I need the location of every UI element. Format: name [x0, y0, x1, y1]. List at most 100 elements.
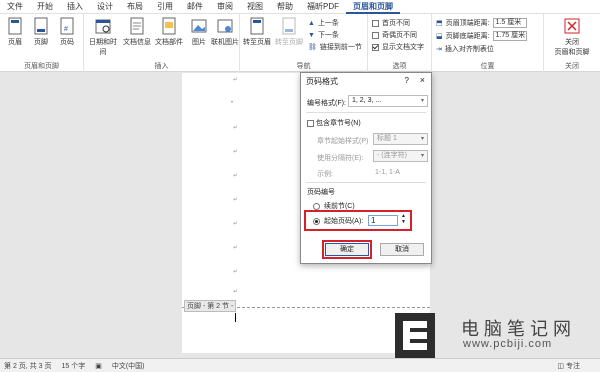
- align-tab-icon: ⇥: [436, 46, 442, 53]
- tab-review[interactable]: 审阅: [210, 0, 240, 14]
- footer-section-tag: 页脚 - 第 2 节 -: [184, 300, 237, 312]
- paragraph-mark: ↵: [233, 245, 239, 251]
- group-options: 首页不同 奇偶页不同 显示文档文字 选项: [368, 14, 432, 72]
- close-header-footer-button[interactable]: 关闭 页眉和页脚: [550, 17, 594, 57]
- goto-footer-icon: [282, 17, 296, 35]
- insert-align-tab-label: 插入对齐制表位: [444, 46, 494, 53]
- quick-parts-button[interactable]: 文档部件: [154, 17, 184, 47]
- site-logo-icon: [395, 313, 435, 358]
- tab-view[interactable]: 视图: [240, 0, 270, 14]
- group-label-close: 关闭: [565, 63, 579, 70]
- word-count[interactable]: 15 个字: [61, 361, 85, 371]
- next-button[interactable]: ▼ 下一条: [308, 30, 339, 40]
- header-button[interactable]: 页眉: [2, 17, 28, 47]
- tab-header-footer[interactable]: 页眉和页脚: [346, 0, 400, 14]
- header-label: 页眉: [8, 39, 22, 46]
- page-number-format-dialog: 页码格式 ? × 编号格式(F): 1, 2, 3, ... ▾ 包含章节号(N…: [300, 72, 432, 264]
- chevron-down-icon: ▾: [420, 136, 424, 142]
- previous-label: 上一条: [317, 20, 339, 27]
- checkbox: [372, 31, 379, 39]
- tab-foxit-pdf[interactable]: 福昕PDF: [300, 0, 346, 14]
- example-label: 示例:: [317, 171, 333, 178]
- text-cursor: [235, 313, 236, 322]
- footer-distance-row: ⬓ 页脚底端距离: 1.75 厘米: [436, 31, 527, 41]
- footer-icon: [34, 17, 48, 35]
- header-distance-label: 页眉顶端距离:: [445, 20, 490, 27]
- footer-button[interactable]: 页脚: [28, 17, 54, 47]
- chapter-style-select[interactable]: 标题 1 ▾: [373, 133, 428, 145]
- chevron-down-icon: ▾: [420, 98, 424, 104]
- divider: [306, 182, 426, 183]
- numbering-heading: 页码编号: [307, 189, 335, 196]
- paragraph-mark: ↵: [233, 77, 239, 83]
- number-format-select[interactable]: 1, 2, 3, ... ▾: [348, 95, 428, 107]
- separator-select[interactable]: - (连字符) ▾: [373, 150, 428, 162]
- different-odd-even-label: 奇偶页不同: [382, 32, 417, 39]
- include-chapter-checkbox[interactable]: 包含章节号(N): [307, 118, 361, 128]
- link-to-previous-button[interactable]: ⛓ 链接到前一节: [308, 42, 362, 52]
- tab-help[interactable]: 帮助: [270, 0, 300, 14]
- date-time-label: 日期和时间: [89, 39, 117, 56]
- highlight-box: [304, 210, 412, 231]
- arrow-down-icon: ▼: [308, 31, 315, 39]
- online-picture-label: 联机图片: [211, 39, 239, 46]
- tab-home[interactable]: 开始: [30, 0, 60, 14]
- tab-insert[interactable]: 插入: [60, 0, 90, 14]
- header-distance-input[interactable]: 1.5 厘米: [492, 18, 527, 28]
- group-header-footer: 页眉 页脚 # 页码 页眉和页脚: [0, 14, 84, 72]
- header-distance-icon: ⬒: [436, 20, 443, 27]
- date-time-button[interactable]: 日期和时间: [86, 17, 120, 57]
- previous-button[interactable]: ▲ 上一条: [308, 18, 339, 28]
- goto-footer-button[interactable]: 转至页脚: [274, 17, 304, 47]
- tab-file[interactable]: 文件: [0, 0, 30, 14]
- footer-label: 页脚: [34, 39, 48, 46]
- focus-mode[interactable]: ◫ 专注: [557, 361, 580, 371]
- separator-value: - (连字符): [377, 152, 407, 159]
- tab-design[interactable]: 设计: [90, 0, 120, 14]
- tab-layout[interactable]: 布局: [120, 0, 150, 14]
- page-number-label: 页码: [60, 39, 74, 46]
- close-label-line1: 关闭: [565, 39, 579, 46]
- group-label-header-footer: 页眉和页脚: [24, 63, 59, 70]
- svg-text:#: #: [64, 26, 68, 33]
- tab-references[interactable]: 引用: [150, 0, 180, 14]
- proofing-icon[interactable]: ▣: [95, 362, 102, 370]
- paragraph-mark: ↵: [233, 149, 239, 155]
- insert-align-tab-button[interactable]: ⇥ 插入对齐制表位: [436, 44, 494, 54]
- close-label-line2: 页眉和页脚: [554, 49, 590, 56]
- footer-distance-icon: ⬓: [436, 33, 443, 40]
- online-picture-icon: [217, 19, 233, 33]
- picture-button[interactable]: 图片: [186, 17, 212, 47]
- page-count[interactable]: 第 2 页, 共 3 页: [4, 361, 51, 371]
- number-format-value: 1, 2, 3, ...: [352, 97, 382, 104]
- group-insert: 日期和时间 文档信息 文档部件 图片 联机图片 插入: [84, 14, 240, 72]
- different-first-page-checkbox[interactable]: 首页不同: [372, 18, 410, 28]
- paragraph-mark: ↵: [233, 221, 239, 227]
- cancel-button[interactable]: 取消: [380, 243, 424, 256]
- highlight-box: [322, 240, 372, 259]
- goto-header-icon: [250, 17, 264, 35]
- group-close: 关闭 页眉和页脚 关闭: [544, 14, 600, 72]
- ribbon-tabs: 文件 开始 插入 设计 布局 引用 邮件 审阅 视图 帮助 福昕PDF 页眉和页…: [0, 0, 600, 14]
- radio-button: [313, 202, 320, 210]
- goto-header-button[interactable]: 转至页眉: [242, 17, 272, 47]
- show-document-text-checkbox[interactable]: 显示文档文字: [372, 42, 424, 52]
- help-icon[interactable]: ?: [405, 76, 409, 85]
- online-picture-button[interactable]: 联机图片: [210, 17, 240, 47]
- quick-parts-icon: [162, 17, 176, 35]
- tab-mailings[interactable]: 邮件: [180, 0, 210, 14]
- ribbon: 页眉 页脚 # 页码 页眉和页脚 日期和时间 文档信息 文档部件 图片 联机图片…: [0, 14, 600, 72]
- paragraph-mark: ↵: [233, 289, 239, 295]
- paragraph-mark: •: [231, 100, 234, 106]
- close-icon[interactable]: ×: [420, 75, 425, 85]
- chapter-style-value: 标题 1: [377, 135, 397, 142]
- different-odd-even-checkbox[interactable]: 奇偶页不同: [372, 30, 417, 40]
- page-number-button[interactable]: # 页码: [54, 17, 80, 47]
- language[interactable]: 中文(中国): [112, 361, 145, 371]
- footer-distance-input[interactable]: 1.75 厘米: [492, 31, 527, 41]
- status-bar: 第 2 页, 共 3 页 15 个字 ▣ 中文(中国) ◫ 专注: [0, 358, 600, 372]
- paragraph-mark: ↵: [233, 269, 239, 275]
- dialog-title: 页码格式: [306, 77, 338, 86]
- doc-info-button[interactable]: 文档信息: [122, 17, 152, 47]
- header-distance-row: ⬒ 页眉顶端距离: 1.5 厘米: [436, 18, 527, 28]
